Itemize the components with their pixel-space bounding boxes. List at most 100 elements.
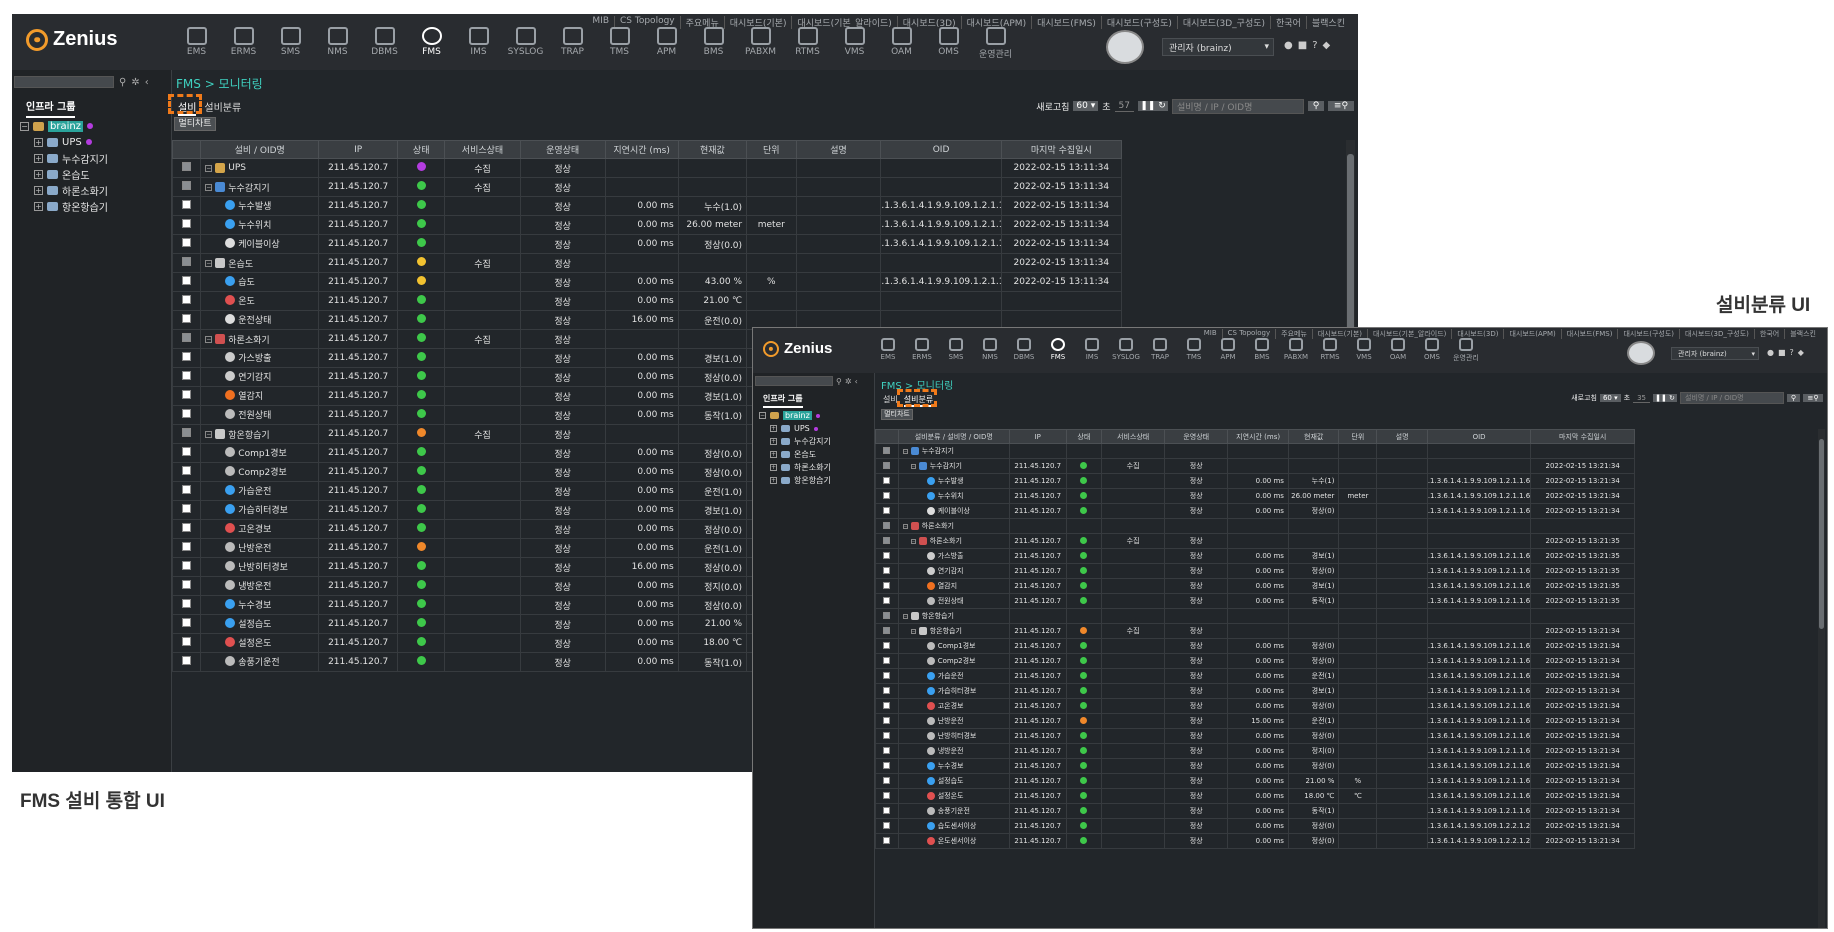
row-checkbox[interactable] [883,641,891,649]
row-checkbox[interactable] [883,521,891,529]
row-checkbox[interactable] [182,257,192,266]
tree-search-input[interactable] [755,376,833,386]
tree-node[interactable]: + 항온항습기 [759,474,831,487]
nav-sms[interactable]: SMS [941,338,971,363]
collapse-icon[interactable]: − [205,335,213,343]
row-checkbox[interactable] [883,731,891,739]
tree-node[interactable]: − brainz [20,118,108,134]
nav-nms[interactable]: NMS [975,338,1005,363]
row-checkbox[interactable] [182,162,192,171]
table-row[interactable]: 누수위치 211.45.120.7 정상 0.00 ms 26.00 meter mete… [875,488,1635,504]
nav-bms[interactable]: BMS [693,27,734,60]
table-row[interactable]: − 누수감지기 211.45.120.7 수집 정상 2022-02-15 13:21:3… [875,458,1635,474]
column-header[interactable]: 상태 [397,140,446,159]
row-checkbox[interactable] [182,618,192,627]
table-row[interactable]: − 하론소화기 [875,518,1635,534]
row-checkbox[interactable] [883,506,891,514]
table-scrollbar[interactable] [1818,429,1825,928]
row-checkbox[interactable] [182,466,192,475]
tab-infra-group[interactable]: 인프라 그룹 [26,98,76,118]
nav-tms[interactable]: TMS [599,27,640,60]
nav-pabxm[interactable]: PABXM [740,27,781,60]
row-checkbox[interactable] [883,716,891,724]
table-row[interactable]: 누수경보 211.45.120.7 정상 0.00 ms 정상(0) .1.3.6.1.4… [875,758,1635,774]
expand-icon[interactable]: + [34,169,43,179]
user-avatar[interactable] [1627,341,1655,365]
nav-fms[interactable]: FMS [1043,338,1073,363]
equipment-search-input[interactable]: 설비명 / IP / OID명 [1680,392,1784,404]
column-header[interactable]: 서비스상태 [444,140,521,159]
multichart-button[interactable]: 멀티차트 [881,409,913,420]
column-header[interactable]: 설비분류 / 설비명 / OID명 [897,429,1010,444]
row-checkbox[interactable] [883,761,891,769]
row-checkbox[interactable] [883,686,891,694]
table-row[interactable]: 습도 211.45.120.7 정상 0.00 ms 43.00 %% .1.3.6.1.… [171,272,1123,292]
tree-node[interactable]: + 온습도 [20,166,108,182]
nav-erms[interactable]: ERMS [223,27,264,60]
row-checkbox[interactable] [182,504,192,513]
search-icon[interactable]: ⚲ [119,77,126,88]
bell-icon[interactable]: ◆ [1798,348,1804,357]
nav-syslog[interactable]: SYSLOG [1111,338,1141,363]
row-checkbox[interactable] [883,446,891,454]
collapse-icon[interactable]: − [20,121,29,131]
scrollbar-thumb[interactable] [1819,439,1824,629]
table-row[interactable]: 전원상태 211.45.120.7 정상 0.00 ms 동작(1) .1.3.6.1.4… [875,593,1635,609]
row-checkbox[interactable] [182,181,192,190]
row-checkbox[interactable] [883,701,891,709]
nav-oam[interactable]: OAM [881,27,922,60]
row-checkbox[interactable] [883,476,891,484]
user-icon[interactable]: ● [1284,40,1293,51]
tree-node[interactable]: + UPS [20,134,108,150]
row-checkbox[interactable] [883,536,891,544]
tab-infra-group[interactable]: 인프라 그룹 [763,393,803,408]
row-checkbox[interactable] [182,599,192,608]
column-header[interactable]: 운영상태 [1164,429,1229,444]
search-icon[interactable]: ⚲ [836,377,842,386]
table-row[interactable]: − 하론소화기 211.45.120.7 수집 정상 2022-02-15 13:21:3… [875,533,1635,549]
table-row[interactable]: − 항온항습기 211.45.120.7 수집 정상 2022-02-15 13:21:3… [875,623,1635,639]
tree-node[interactable]: + 항온항습기 [20,198,108,214]
table-row[interactable]: − 누수감지기 211.45.120.7 수집 정상 2022-02-15 13:11:3… [171,177,1123,197]
tree-node[interactable]: + 누수감지기 [759,435,831,448]
table-row[interactable]: 송풍기운전 211.45.120.7 정상 0.00 ms 동작(1) .1.3.6.1.… [875,803,1635,819]
nav-sms[interactable]: SMS [270,27,311,60]
row-checkbox[interactable] [883,671,891,679]
column-header[interactable]: 상태 [1065,429,1103,444]
column-header[interactable]: 단위 [746,140,797,159]
column-header[interactable]: 마지막 수집일시 [1000,140,1123,159]
row-checkbox[interactable] [883,566,891,574]
table-row[interactable]: 가스방출 211.45.120.7 정상 0.00 ms 경보(1) .1.3.6.1.4… [875,548,1635,564]
pause-refresh-button[interactable]: ❚❚ ↻ [1138,101,1168,111]
tree-node[interactable]: + 하론소화기 [759,461,831,474]
row-checkbox[interactable] [883,626,891,634]
column-header[interactable]: 지연시간 (ms) [1227,429,1289,444]
collapse-icon[interactable]: − [910,463,916,469]
row-checkbox[interactable] [883,746,891,754]
row-checkbox[interactable] [182,333,192,342]
table-row[interactable]: 케이블이상 211.45.120.7 정상 0.00 ms 정상(0.0) .1.3.6.… [171,234,1123,254]
table-row[interactable]: 케이블이상 211.45.120.7 정상 0.00 ms 정상(0) .1.3.6.1.… [875,503,1635,519]
search-icon[interactable]: ⚲ [1787,394,1800,402]
nav-vms[interactable]: VMS [1349,338,1379,363]
user-icon[interactable]: ● [1767,348,1774,357]
table-row[interactable]: − 온습도 211.45.120.7 수집 정상 2022-02-15 13:11:34 [171,253,1123,273]
row-checkbox[interactable] [182,276,192,285]
column-header[interactable]: OID [1426,429,1532,444]
collapse-icon[interactable]: − [205,430,213,438]
nav-fms[interactable]: FMS [411,27,452,60]
row-checkbox[interactable] [883,776,891,784]
gear-icon[interactable]: ✲ [131,77,139,88]
table-row[interactable]: Comp1경보 211.45.120.7 정상 0.00 ms 정상(0) .1.3.6.… [875,638,1635,654]
nav-erms[interactable]: ERMS [907,338,937,363]
row-checkbox[interactable] [883,806,891,814]
table-row[interactable]: 열감지 211.45.120.7 정상 0.00 ms 경보(1) .1.3.6.1.4.… [875,578,1635,594]
collapse-icon[interactable]: − [910,538,916,544]
nav-oms[interactable]: OMS [928,27,969,60]
table-row[interactable]: 설정온도 211.45.120.7 정상 0.00 ms 18.00 ℃ ℃ .1.3.6.… [875,788,1635,804]
table-row[interactable]: 누수발생 211.45.120.7 정상 0.00 ms 누수(1.0) .1.3.6.1… [171,196,1123,216]
table-row[interactable]: 냉방운전 211.45.120.7 정상 0.00 ms 정지(0) .1.3.6.1.4… [875,743,1635,759]
column-header[interactable]: 설비 / OID명 [200,140,320,159]
top-menu-item[interactable]: 한국어 [1271,16,1307,29]
nav-ims[interactable]: IMS [458,27,499,60]
